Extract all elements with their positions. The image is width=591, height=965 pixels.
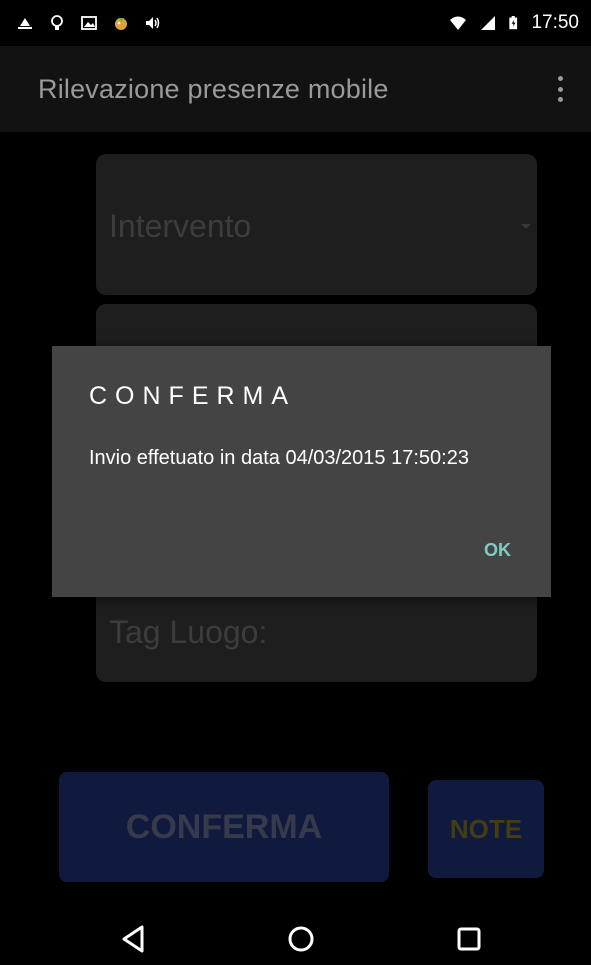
- notification-icons: [0, 14, 162, 32]
- more-vertical-icon[interactable]: [557, 76, 563, 102]
- back-icon[interactable]: [118, 922, 152, 956]
- ok-button[interactable]: OK: [484, 540, 511, 561]
- home-icon[interactable]: [284, 922, 318, 956]
- system-icons: 17:50: [447, 12, 591, 34]
- upload-icon: [18, 18, 32, 29]
- navigation-bar: [0, 912, 591, 965]
- confirm-dialog: CONFERMA Invio effetuato in data 04/03/2…: [52, 346, 551, 597]
- recents-icon[interactable]: [452, 922, 486, 956]
- game-icon: [115, 18, 127, 30]
- lightbulb-icon: [51, 15, 63, 30]
- volume-icon: [146, 17, 160, 29]
- app-bar: Rilevazione presenze mobile: [0, 46, 591, 132]
- battery-icon: [509, 16, 518, 30]
- dialog-title: CONFERMA: [89, 382, 297, 410]
- wifi-icon: [450, 16, 467, 30]
- status-time: 17:50: [531, 12, 579, 33]
- status-bar: 17:50: [0, 0, 591, 46]
- image-icon: [81, 16, 97, 30]
- dialog-message: Invio effetuato in data 04/03/2015 17:50…: [89, 447, 469, 469]
- app-title: Rilevazione presenze mobile: [38, 73, 389, 104]
- signal-icon: [481, 16, 496, 30]
